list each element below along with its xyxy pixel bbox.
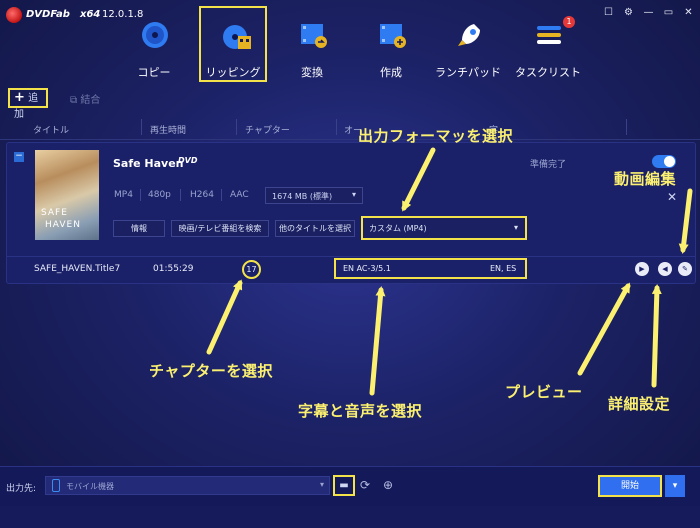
task-count-badge: 1	[563, 16, 575, 28]
chapter-selector[interactable]: 17	[242, 260, 261, 279]
column-divider	[236, 119, 237, 135]
meta-divider	[140, 189, 141, 201]
movie-cover: SAFE HAVEN	[35, 150, 99, 240]
chevron-down-icon: ▾	[351, 190, 356, 199]
plus-icon: +	[14, 90, 25, 105]
meta-container: MP4	[114, 190, 133, 200]
title-name: SAFE_HAVEN.Title7	[34, 264, 121, 274]
column-title[interactable]: タイトル	[33, 123, 69, 136]
merge-label: 結合	[80, 95, 101, 106]
info-button[interactable]: 情報	[113, 220, 165, 237]
mobile-device-icon	[52, 479, 60, 492]
meta-divider	[180, 189, 181, 201]
module-create[interactable]: 作成	[356, 6, 426, 84]
advanced-settings-button[interactable]: ◀	[658, 262, 672, 276]
folder-icon[interactable]: ▬	[333, 475, 355, 496]
meta-audio-codec: AAC	[230, 190, 249, 200]
disc-icon	[142, 22, 168, 48]
module-label: リッピング	[205, 66, 261, 79]
annotation-preview: プレビュー	[505, 383, 583, 401]
output-value: モバイル機器	[66, 482, 114, 491]
status-strip	[0, 506, 700, 528]
arrow-tracks	[369, 286, 386, 396]
chevron-down-icon: ▾	[319, 480, 324, 489]
toggle-knob	[664, 156, 675, 167]
size-select[interactable]: 1674 MB (標準) ▾	[265, 187, 363, 204]
module-tasklist[interactable]: 1 タスクリスト	[513, 6, 583, 84]
video-create-icon	[380, 24, 406, 48]
annotation-chapter: チャプターを選択	[149, 362, 273, 380]
column-chapter[interactable]: チャプター	[245, 123, 290, 136]
meta-resolution: 480p	[148, 190, 171, 200]
add-button[interactable]: + 追加	[8, 88, 48, 120]
output-label: 出力先:	[6, 484, 37, 494]
cover-text: HAVEN	[45, 220, 81, 230]
column-divider	[141, 119, 142, 135]
start-options-dropdown[interactable]: ▾	[665, 475, 685, 497]
globe-icon[interactable]: ⊕	[383, 478, 393, 492]
merge-icon: ⧉	[70, 95, 81, 106]
merge-button[interactable]: ⧉ 結合	[70, 91, 100, 106]
start-button[interactable]: 開始	[598, 475, 662, 497]
format-value: カスタム (MP4)	[369, 224, 427, 233]
module-ripping[interactable]: リッピング	[199, 6, 267, 82]
disc-film-icon	[223, 25, 251, 49]
arrow-chapter	[206, 279, 243, 355]
minimize-icon[interactable]: —	[642, 6, 655, 19]
task-list-icon	[537, 26, 561, 44]
video-convert-icon	[301, 24, 327, 48]
remove-item-icon[interactable]: ✕	[667, 190, 677, 204]
movie-title: Safe Haven	[113, 157, 184, 170]
module-label: 作成	[380, 66, 402, 79]
collapse-toggle[interactable]: −	[14, 152, 24, 162]
column-divider	[336, 119, 337, 135]
window-mode-icon[interactable]: ☐	[602, 6, 615, 19]
audio-track-value[interactable]: EN AC-3/5.1	[343, 264, 391, 273]
subtitle-track-value[interactable]: EN, ES	[490, 264, 516, 273]
module-launchpad[interactable]: ランチパッド	[433, 6, 503, 84]
chevron-down-icon: ▾	[513, 223, 518, 232]
meta-divider	[221, 189, 222, 201]
maximize-icon[interactable]: ▭	[662, 6, 675, 19]
title-duration: 01:55:29	[153, 264, 194, 274]
cover-text: SAFE	[41, 208, 68, 218]
module-label: ランチパッド	[435, 66, 501, 79]
app-logo	[6, 7, 22, 23]
preview-button[interactable]: ▶	[635, 262, 649, 276]
annotation-edit: 動画編集	[614, 170, 677, 188]
close-icon[interactable]: ✕	[682, 6, 695, 19]
dvd-logo: DVD	[178, 156, 198, 165]
refresh-icon[interactable]: ⟳	[360, 478, 370, 492]
meta-codec: H264	[190, 190, 214, 200]
annotation-format: 出力フォーマッを選択	[358, 127, 514, 145]
column-divider	[626, 119, 627, 135]
module-label: 変換	[301, 66, 323, 79]
module-convert[interactable]: 変換	[277, 6, 347, 84]
search-metadata-button[interactable]: 映画/テレビ番組を検索	[171, 220, 269, 237]
arrow-preview	[577, 282, 631, 376]
module-label: コピー	[137, 66, 171, 79]
annotation-settings: 詳細設定	[608, 395, 671, 413]
arrow-settings	[651, 284, 662, 388]
app-arch: x64	[80, 9, 101, 20]
main-title-toggle[interactable]	[652, 155, 676, 168]
status-text: 準備完了	[530, 160, 567, 170]
output-destination-select[interactable]: モバイル機器 ▾	[45, 476, 330, 495]
rocket-icon	[458, 24, 480, 46]
annotation-tracks: 字幕と音声を選択	[298, 402, 423, 420]
video-edit-button[interactable]: ✎	[678, 262, 692, 276]
module-copy[interactable]: コピー	[119, 6, 189, 84]
settings-icon[interactable]: ⚙	[622, 6, 635, 19]
column-duration[interactable]: 再生時間	[150, 123, 186, 136]
size-value: 1674 MB (標準)	[272, 192, 333, 201]
module-label: タスクリスト	[515, 66, 581, 79]
other-title-button[interactable]: 他のタイトルを選択	[275, 220, 355, 237]
output-format-select[interactable]: カスタム (MP4) ▾	[361, 216, 527, 240]
app-name: DVDFab	[26, 9, 70, 20]
